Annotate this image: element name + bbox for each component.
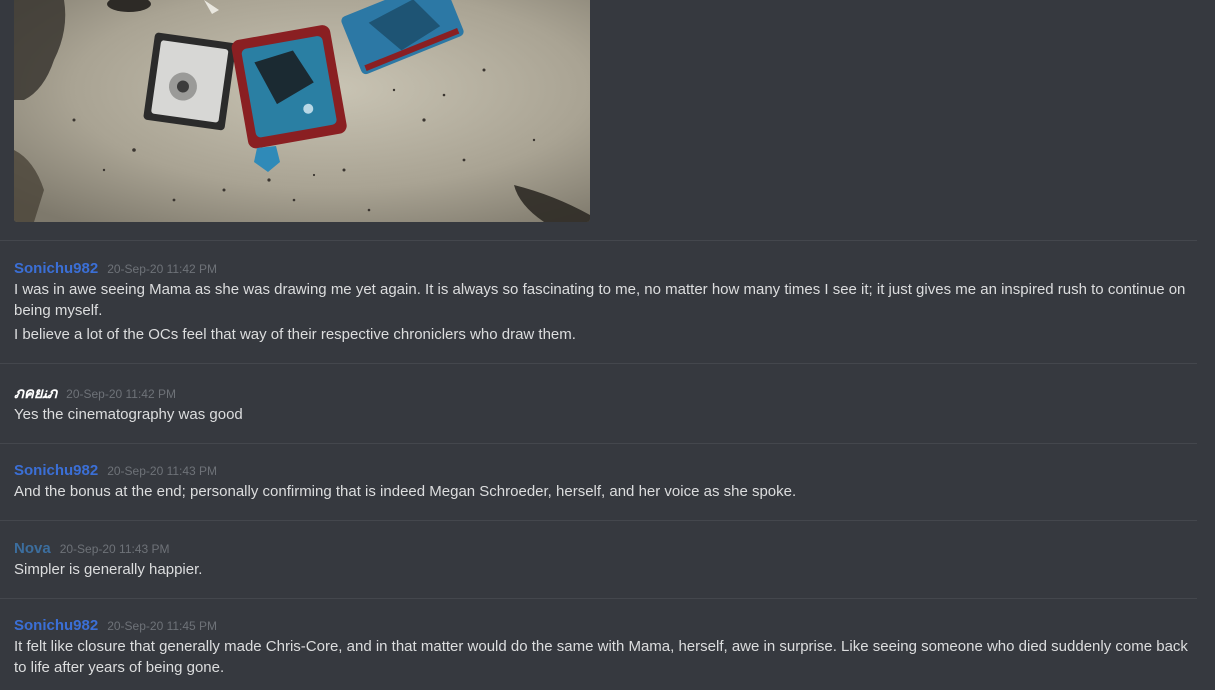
message-text: And the bonus at the end; personally con… <box>14 483 797 500</box>
timestamp: 20-Sep-20 11:42 PM <box>107 262 218 276</box>
timestamp: 20-Sep-20 11:42 PM <box>66 387 176 401</box>
message-text: Yes the cinematography was good <box>14 406 243 423</box>
message-text: Simpler is generally happier. <box>14 561 203 578</box>
author-name[interactable]: Sonichu982 <box>14 461 98 481</box>
message-text: I believe a lot of the OCs feel that way… <box>14 326 576 343</box>
timestamp: 20-Sep-20 11:43 PM <box>59 542 170 556</box>
message: ภคยﻨภ 20-Sep-20 11:42 PM Yes the cinemat… <box>14 384 1194 425</box>
message-header: Sonichu982 20-Sep-20 11:45 PM <box>14 616 1194 636</box>
message: Sonichu982 20-Sep-20 11:42 PM I was in a… <box>14 259 1194 345</box>
author-name[interactable]: Sonichu982 <box>14 259 98 279</box>
message-divider <box>0 240 1197 241</box>
message-header: Sonichu982 20-Sep-20 11:42 PM <box>14 259 1194 279</box>
message-text: It felt like closure that generally made… <box>14 638 1188 676</box>
message: Sonichu982 20-Sep-20 11:43 PM And the bo… <box>14 461 1194 502</box>
message-text: I was in awe seeing Mama as she was draw… <box>14 281 1186 319</box>
author-name[interactable]: Sonichu982 <box>14 616 98 636</box>
message-header: Nova 20-Sep-20 11:43 PM <box>14 539 1194 559</box>
message-divider <box>0 520 1197 521</box>
message-divider <box>0 443 1197 444</box>
timestamp: 20-Sep-20 11:43 PM <box>107 464 218 478</box>
chat-log: Sonichu982 20-Sep-20 11:42 PM I was in a… <box>0 0 1215 690</box>
author-name[interactable]: ภคยﻨภ <box>14 384 57 404</box>
message-header: ภคยﻨภ 20-Sep-20 11:42 PM <box>14 384 1194 404</box>
message: Sonichu982 20-Sep-20 11:45 PM It felt li… <box>14 616 1194 678</box>
message-divider <box>0 598 1197 599</box>
author-name[interactable]: Nova <box>14 539 51 559</box>
message-divider <box>0 363 1197 364</box>
attachment-image[interactable] <box>14 0 590 222</box>
message: Nova 20-Sep-20 11:43 PM Simpler is gener… <box>14 539 1194 580</box>
timestamp: 20-Sep-20 11:45 PM <box>107 619 218 633</box>
message-header: Sonichu982 20-Sep-20 11:43 PM <box>14 461 1194 481</box>
